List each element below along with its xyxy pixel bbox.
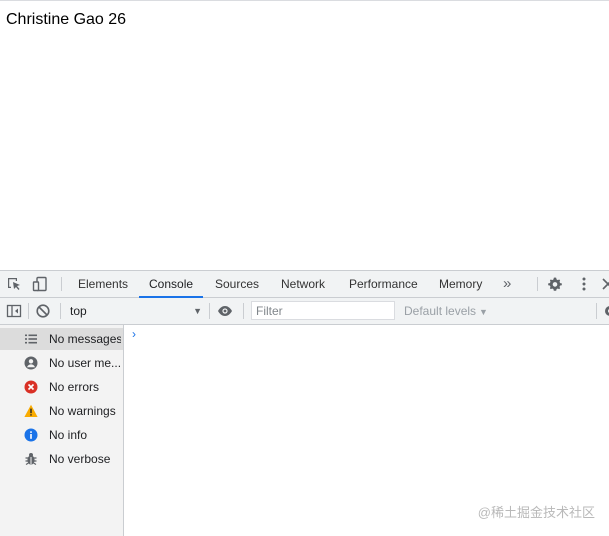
sidebar-item-messages[interactable]: No messages bbox=[0, 328, 123, 350]
info-icon bbox=[24, 428, 38, 442]
tabbar-divider bbox=[61, 277, 62, 291]
sidebar-item-label: No info bbox=[49, 428, 88, 442]
tab-performance[interactable]: Performance bbox=[349, 271, 418, 297]
dropdown-arrow-icon: ▼ bbox=[479, 307, 488, 317]
log-levels-dropdown[interactable]: Default levels ▼ bbox=[404, 298, 488, 324]
console-toolbar: top ▼ Default levels▼ bbox=[0, 298, 609, 325]
dropdown-arrow-icon: ▼ bbox=[193, 306, 202, 316]
context-value: top bbox=[70, 304, 87, 318]
more-options-icon[interactable] bbox=[576, 276, 592, 292]
toolbar-divider bbox=[596, 303, 597, 319]
console-prompt: › bbox=[132, 327, 136, 341]
sidebar-item-label: No user me... bbox=[49, 356, 121, 370]
tab-sources[interactable]: Sources bbox=[215, 271, 259, 297]
sidebar-item-errors[interactable]: No errors bbox=[0, 376, 123, 398]
devtools-tabbar: Elements Console Sources Network Perform… bbox=[0, 271, 609, 298]
tabbar-divider-right bbox=[537, 277, 538, 291]
log-levels-label: Default levels bbox=[404, 304, 477, 318]
toolbar-divider bbox=[243, 303, 244, 319]
bug-icon bbox=[25, 453, 37, 466]
context-selector[interactable]: top ▼ bbox=[66, 302, 206, 320]
console-settings-gear-icon[interactable] bbox=[602, 303, 609, 319]
show-sidebar-icon[interactable] bbox=[6, 303, 22, 319]
console-sidebar: No messages No user me... No errors No w… bbox=[0, 325, 124, 536]
tab-elements[interactable]: Elements bbox=[78, 271, 128, 297]
toolbar-divider bbox=[60, 303, 61, 319]
live-expression-eye-icon[interactable] bbox=[217, 303, 233, 319]
more-tabs-button[interactable]: » bbox=[503, 271, 511, 297]
sidebar-item-warnings[interactable]: No warnings bbox=[0, 400, 123, 422]
warning-icon bbox=[24, 404, 38, 417]
toolbar-divider bbox=[209, 303, 210, 319]
error-icon bbox=[24, 380, 38, 394]
sidebar-item-label: No errors bbox=[49, 380, 100, 394]
devtools-panel: Elements Console Sources Network Perform… bbox=[0, 270, 609, 536]
sidebar-item-info[interactable]: No info bbox=[0, 424, 123, 446]
sidebar-item-user-messages[interactable]: No user me... bbox=[0, 352, 123, 374]
sidebar-item-label: No warnings bbox=[49, 404, 116, 418]
clear-console-icon[interactable] bbox=[35, 303, 51, 319]
device-toolbar-icon[interactable] bbox=[32, 276, 48, 292]
inspect-element-icon[interactable] bbox=[6, 276, 22, 292]
watermark: @稀土掘金技术社区 bbox=[477, 505, 595, 520]
filter-input[interactable] bbox=[251, 301, 395, 320]
sidebar-item-label: No messages bbox=[49, 332, 121, 346]
tab-console[interactable]: Console bbox=[138, 271, 204, 298]
sidebar-item-label: No verbose bbox=[49, 452, 111, 466]
list-icon bbox=[25, 334, 37, 344]
page-top-border bbox=[0, 0, 609, 1]
page-text: Christine Gao 26 bbox=[6, 11, 127, 28]
sidebar-item-verbose[interactable]: No verbose bbox=[0, 448, 123, 470]
user-icon bbox=[24, 356, 38, 370]
toolbar-divider bbox=[28, 303, 29, 319]
settings-gear-icon[interactable] bbox=[547, 276, 563, 292]
tab-memory[interactable]: Memory bbox=[439, 271, 482, 297]
tab-network[interactable]: Network bbox=[281, 271, 325, 297]
close-devtools-icon[interactable] bbox=[600, 276, 609, 292]
